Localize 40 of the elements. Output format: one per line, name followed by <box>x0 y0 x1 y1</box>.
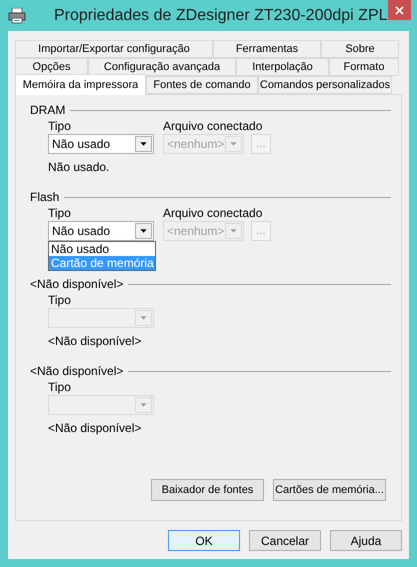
dialog-button[interactable]: OK <box>168 530 240 551</box>
window-title: Propriedades de ZDesigner ZT230-200dpi ZPL <box>54 6 388 26</box>
caret-icon <box>135 397 152 413</box>
caret-icon <box>135 136 152 152</box>
dialog-button[interactable]: Ajuda <box>330 530 402 551</box>
dialog-button[interactable]: Cancelar <box>249 530 321 551</box>
status-text: <Não disponível> <box>47 421 142 435</box>
field-label: Tipo <box>48 206 72 221</box>
status-text: <Não disponível> <box>47 334 142 348</box>
group-header: Flash <box>30 190 60 204</box>
caret-icon <box>225 136 242 152</box>
panel-button[interactable]: Cartões de memória... <box>273 479 386 501</box>
group-header: <Não disponível> <box>30 364 124 378</box>
tab[interactable]: Ferramentas <box>213 40 321 58</box>
group-header: DRAM <box>30 103 66 117</box>
caret-icon <box>135 223 152 239</box>
dropdown-field[interactable]: Não usado <box>48 221 154 241</box>
tab[interactable]: Comandos personalizados <box>258 76 392 94</box>
tab[interactable]: Interpolação <box>236 58 329 76</box>
dropdown-option[interactable]: Não usado <box>49 242 155 256</box>
close-icon <box>394 6 404 14</box>
tab[interactable]: Configuração avançada <box>88 58 236 76</box>
caret-icon <box>135 310 152 326</box>
tab[interactable]: Memóira da impressora <box>15 74 146 95</box>
panel-button[interactable]: Baixador de fontes <box>151 479 264 501</box>
group-header: <Não disponível> <box>30 277 124 291</box>
field-label: Tipo <box>48 119 72 134</box>
tab[interactable]: Sobre <box>321 40 399 58</box>
close-button[interactable] <box>388 0 411 20</box>
status-text: Não usado. <box>47 160 110 174</box>
caret-icon <box>225 223 242 239</box>
tab[interactable]: Formato <box>329 58 399 76</box>
dropdown-field[interactable]: Não usado <box>48 134 154 154</box>
field-label: Arquivo conectado <box>163 119 264 134</box>
printer-icon <box>8 8 26 24</box>
field-label: Tipo <box>48 293 72 308</box>
tab[interactable]: Importar/Exportar configuração <box>15 40 213 58</box>
tab[interactable]: Fontes de comando <box>146 76 258 94</box>
field-label: Tipo <box>48 380 72 395</box>
field-label: Arquivo conectado <box>163 206 264 221</box>
